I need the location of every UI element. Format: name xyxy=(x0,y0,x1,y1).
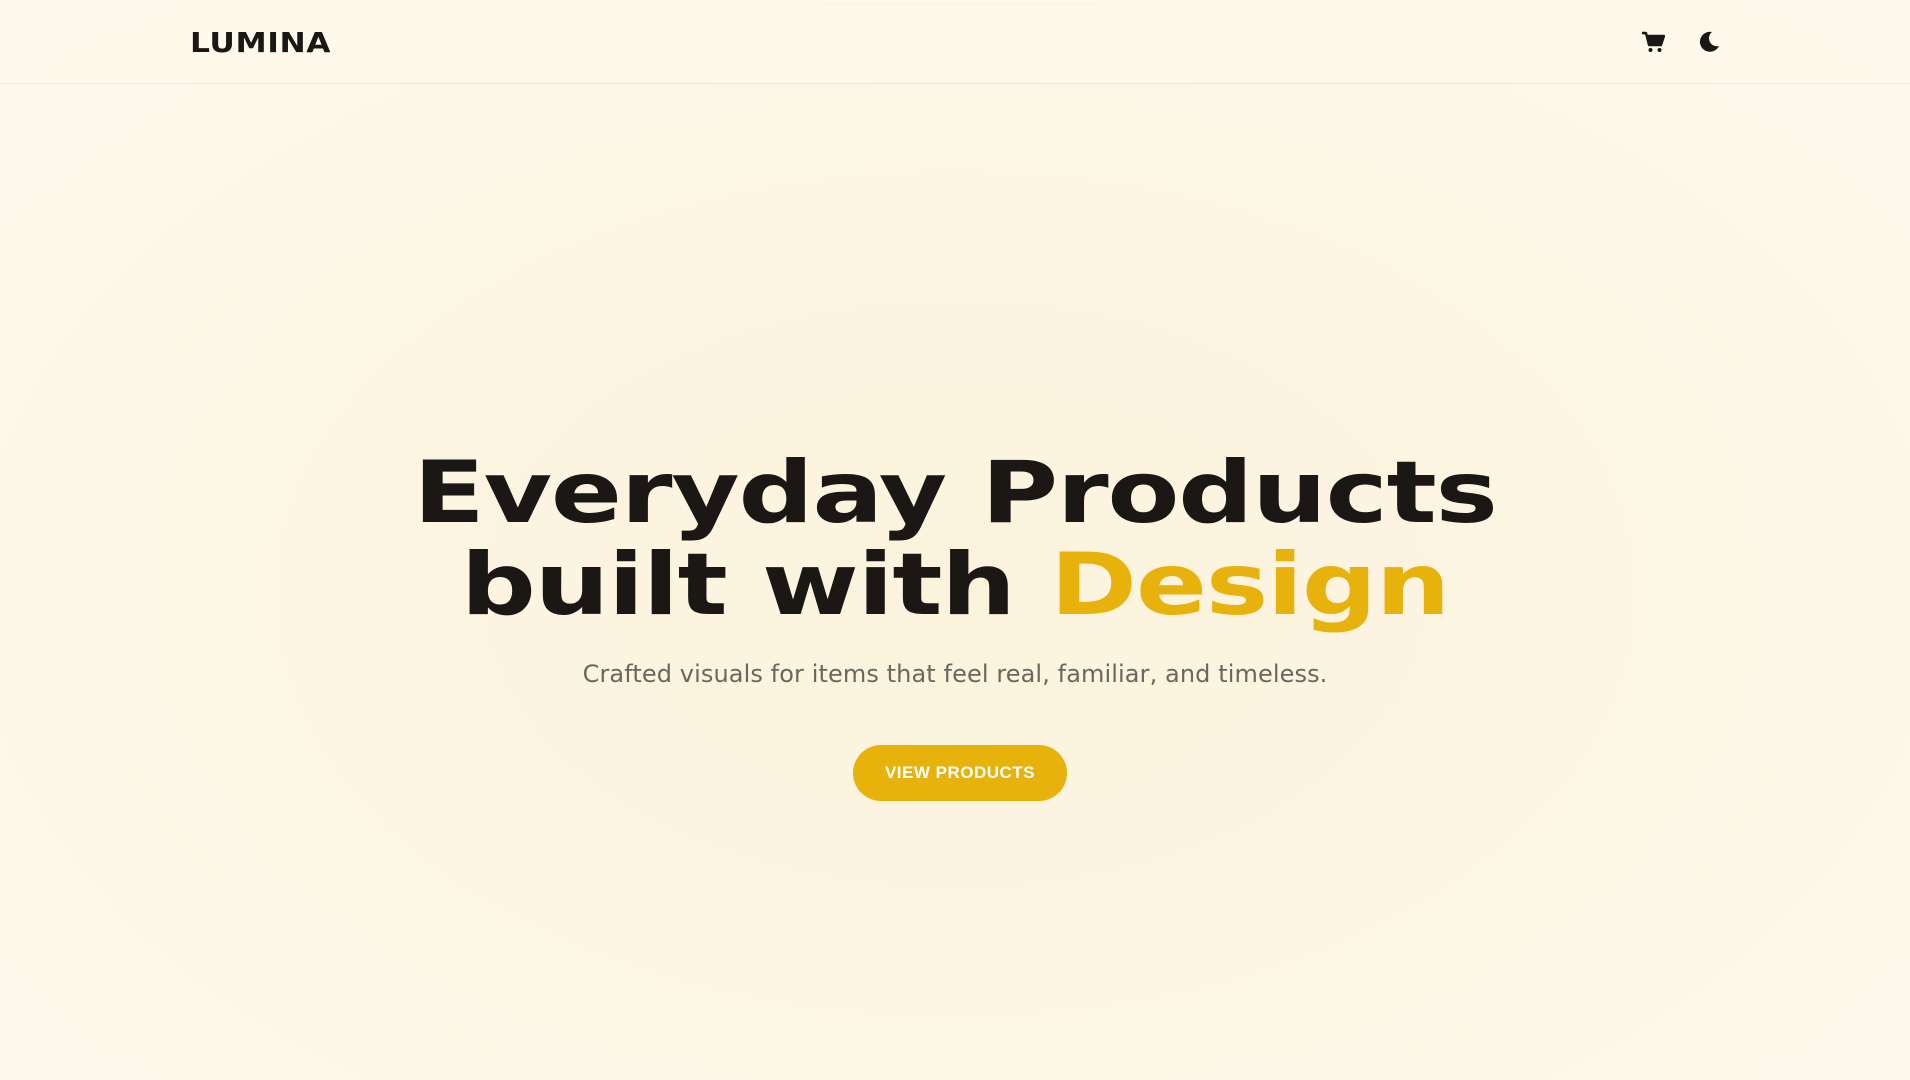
cart-button[interactable] xyxy=(1640,24,1666,60)
view-products-button[interactable]: VIEW PRODUCTS xyxy=(853,745,1067,801)
logo[interactable]: LUMINA xyxy=(190,26,331,59)
hero-section: Everyday Products built with Design Craf… xyxy=(0,84,1910,1080)
hero-title-prefix: built with xyxy=(460,535,1051,635)
hero-title-line-2: built with Design xyxy=(0,539,1910,631)
moon-icon xyxy=(1699,31,1719,52)
cart-icon xyxy=(1642,31,1665,52)
hero-title: Everyday Products built with Design xyxy=(0,447,1910,631)
hero-subtitle: Crafted visuals for items that feel real… xyxy=(582,660,1328,688)
hero-title-line-1: Everyday Products xyxy=(413,443,1498,543)
nav-actions xyxy=(1640,24,1722,60)
navbar: LUMINA xyxy=(0,0,1910,84)
hero-title-accent: Design xyxy=(1050,535,1450,635)
theme-toggle-button[interactable] xyxy=(1696,24,1722,60)
